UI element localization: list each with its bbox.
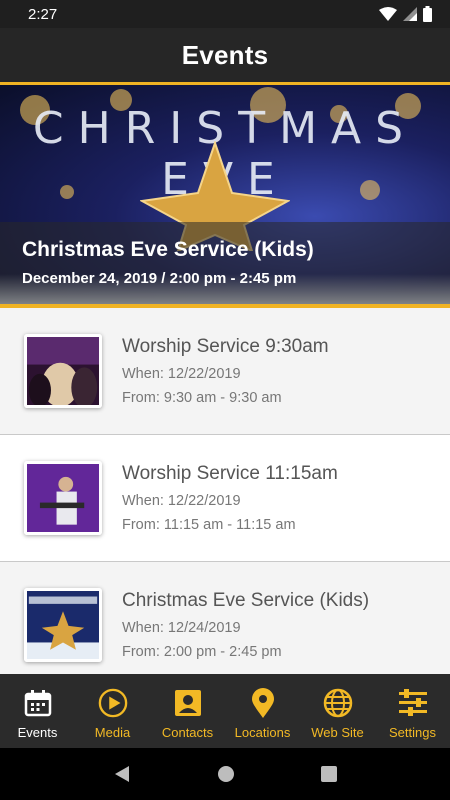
tab-label: Locations <box>234 725 291 740</box>
tab-label: Media <box>94 725 131 740</box>
status-icons <box>379 6 432 22</box>
list-item[interactable]: Worship Service 11:15am When: 12/22/2019… <box>0 435 450 562</box>
event-from: From: 9:30 am - 9:30 am <box>122 390 282 406</box>
tab-label: Events <box>17 725 58 740</box>
event-list[interactable]: Worship Service 9:30am When: 12/22/2019 … <box>0 308 450 674</box>
battery-icon <box>423 6 432 22</box>
event-thumbnail <box>24 588 102 662</box>
event-thumbnail <box>24 334 102 408</box>
signal-icon <box>403 7 417 21</box>
page-title: Events <box>181 39 269 70</box>
hero-title: Christmas Eve Service (Kids) <box>22 238 314 261</box>
contact-icon <box>174 690 201 716</box>
tab-label: Web Site <box>311 725 364 740</box>
sliders-icon <box>398 689 427 716</box>
status-time: 2:27 <box>28 5 58 23</box>
tab-events[interactable]: Events <box>0 674 75 748</box>
tab-label: Contacts <box>161 725 214 740</box>
calendar-icon <box>24 690 51 717</box>
event-when: When: 12/24/2019 <box>122 620 241 636</box>
event-when: When: 12/22/2019 <box>122 366 241 382</box>
list-item[interactable]: Christmas Eve Service (Kids) When: 12/24… <box>0 562 450 674</box>
event-name: Worship Service 11:15am <box>122 463 338 484</box>
globe-icon <box>323 688 352 718</box>
bottom-tab-bar: Events Media Contacts Locations Web Site… <box>0 674 450 748</box>
status-bar: 2:27 <box>0 0 450 28</box>
tab-settings[interactable]: Settings <box>375 674 450 748</box>
event-name: Christmas Eve Service (Kids) <box>122 590 370 611</box>
play-icon <box>98 688 127 718</box>
event-thumbnail <box>24 461 102 535</box>
tab-media[interactable]: Media <box>75 674 150 748</box>
recents-icon[interactable] <box>321 766 337 782</box>
system-nav-bar <box>0 748 450 800</box>
back-icon[interactable] <box>113 765 131 783</box>
map-pin-icon <box>251 688 274 718</box>
list-item[interactable]: Worship Service 9:30am When: 12/22/2019 … <box>0 308 450 435</box>
featured-event-banner[interactable]: CHRISTMAS EVE Christmas Eve Service (Kid… <box>0 82 450 308</box>
event-name: Worship Service 9:30am <box>122 336 329 357</box>
hero-subtitle: December 24, 2019 / 2:00 pm - 2:45 pm <box>22 270 297 287</box>
event-from: From: 2:00 pm - 2:45 pm <box>122 644 282 660</box>
tab-contacts[interactable]: Contacts <box>150 674 225 748</box>
hero-caption: Christmas Eve Service (Kids) December 24… <box>0 222 450 304</box>
event-when: When: 12/22/2019 <box>122 493 241 509</box>
tab-web-site[interactable]: Web Site <box>300 674 375 748</box>
home-icon[interactable] <box>217 765 235 783</box>
app-header: Events <box>0 28 450 82</box>
tab-locations[interactable]: Locations <box>225 674 300 748</box>
event-from: From: 11:15 am - 11:15 am <box>122 517 296 533</box>
tab-label: Settings <box>389 725 436 740</box>
wifi-icon <box>379 7 397 21</box>
